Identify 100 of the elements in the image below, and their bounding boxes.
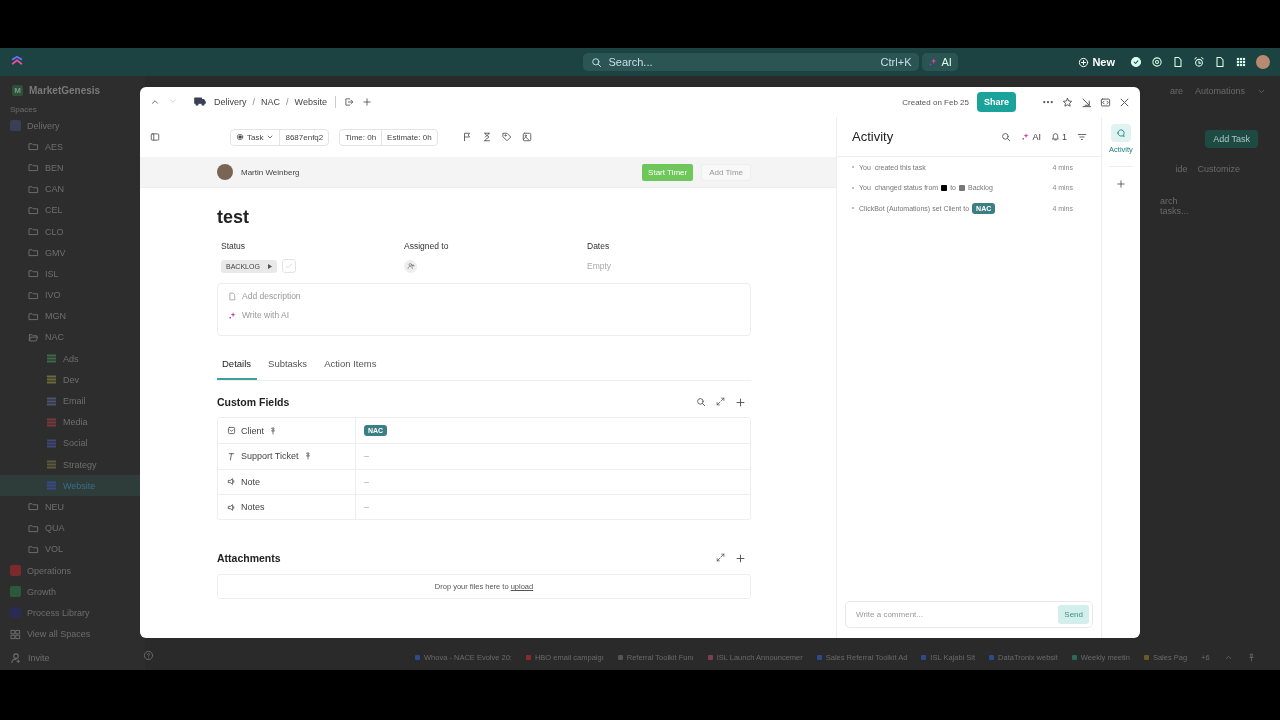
notification-button[interactable]: 1 [1051,131,1067,142]
apps-grid-icon[interactable] [1235,56,1247,68]
hide-label[interactable]: ide [1175,164,1188,174]
sidebar-item[interactable]: Ads [0,348,145,370]
start-timer-button[interactable]: Start Timer [642,163,694,181]
expand-icon[interactable] [716,552,725,562]
document-icon[interactable] [1214,56,1226,68]
expand-icon[interactable] [716,396,725,406]
folder-icon [28,522,39,534]
note-icon [227,477,236,487]
time-estimate[interactable]: Estimate: 0h [381,129,437,145]
export-icon[interactable] [343,97,354,107]
plus-icon[interactable] [735,552,746,564]
write-with-ai-button[interactable]: Write with AI [228,310,740,320]
sidebar-item[interactable]: IVO [0,284,145,306]
task-title[interactable]: test [217,207,751,228]
plus-icon[interactable] [361,97,372,107]
tab[interactable]: Subtasks [263,358,314,380]
hourglass-icon[interactable] [481,132,492,142]
field-value-cell[interactable]: – [355,494,750,520]
sidebar-item[interactable]: AES [0,136,145,158]
check-icon [284,262,293,270]
field-name: Notes [241,502,265,513]
dates-field[interactable]: Empty [587,261,612,271]
tab[interactable]: Details [217,358,258,380]
ai-button[interactable]: AI [1021,131,1041,142]
sidebar-item[interactable]: Dev [0,369,145,391]
plus-circle-icon [1078,56,1090,68]
close-icon[interactable] [1119,96,1130,108]
breadcrumb-link[interactable]: NAC [261,97,281,107]
time-tracked[interactable]: Time: 0h [340,129,382,145]
folder-icon [28,141,39,153]
sidebar-item[interactable]: CAN [0,178,145,200]
sidebar-item[interactable]: GMV [0,242,145,264]
caret-icon [267,263,272,269]
target-icon[interactable] [1151,56,1163,68]
folder-icon [28,543,39,555]
folder-icon [28,162,39,174]
section-title: Attachments [217,552,281,565]
field-value-cell[interactable]: – [355,469,750,494]
search-icon[interactable] [696,396,706,407]
sidebar-toggle-icon[interactable] [150,132,160,142]
sparkle-icon [228,310,237,320]
tag-icon[interactable] [501,132,512,142]
flag-icon[interactable] [461,132,472,142]
document-icon[interactable] [1172,56,1184,68]
comment-field[interactable]: Write a comment... Send [845,601,1093,628]
filter-icon[interactable] [1077,131,1087,142]
plus-icon[interactable] [1116,179,1126,189]
radio-icon [236,133,244,141]
sidebar-item[interactable]: Growth [0,581,145,603]
plus-icon[interactable] [735,396,746,408]
complete-checkbox[interactable] [281,259,296,273]
task-id[interactable]: 8687enfq2 [279,129,329,145]
add-task-button[interactable]: Add Task [1205,130,1258,148]
invite-button[interactable]: Invite [0,646,145,670]
document-icon [228,291,237,301]
folder-icon [28,183,39,195]
sidebar-item[interactable]: Delivery [0,115,145,137]
workspace-name[interactable]: MarketGenesis [29,84,101,96]
tab[interactable]: Action Items [319,358,383,380]
empty-value: – [364,502,369,513]
panel-icon[interactable] [1100,96,1111,108]
sidebar-item[interactable]: NAC [0,326,145,349]
sidebar-item[interactable]: VOL [0,538,145,560]
assignee-button[interactable] [404,259,417,273]
breadcrumb-link[interactable]: Delivery [214,97,247,107]
field-label: Status [221,241,247,251]
chevron-icon [266,133,275,141]
pin-icon [1246,652,1256,662]
created-date: Created on Feb 25 [902,97,969,107]
folder-icon [28,204,39,216]
ai-button[interactable]: AI [922,53,958,71]
description-field[interactable]: Add description [228,291,740,301]
new-button[interactable]: New [1072,55,1121,69]
chevron-up-icon[interactable] [150,97,160,107]
breadcrumb-link[interactable]: Website [294,97,327,107]
sidebar-item[interactable]: Email [0,390,145,412]
star-icon[interactable] [1062,96,1073,108]
check-circle-icon[interactable] [1130,56,1142,68]
arrow-down-icon[interactable] [1081,96,1092,108]
help-icon[interactable] [143,650,154,661]
field-label: Dates [587,241,611,251]
avatar[interactable] [1256,55,1270,69]
customize-button[interactable]: Customize [1197,164,1240,174]
folder-icon [28,226,39,238]
sidebar-item[interactable]: Media [0,411,145,433]
field-value-cell[interactable]: – [355,444,750,469]
task-type-button[interactable]: Task [231,129,280,145]
send-button[interactable]: Send [1058,605,1089,624]
share-button[interactable]: Share [977,92,1016,112]
search-icon[interactable] [1001,131,1012,142]
sidebar-item[interactable]: BEN [0,157,145,179]
alarm-icon[interactable] [1193,56,1205,68]
search-field[interactable]: Search... Ctrl+K [583,53,920,71]
sidebar-item[interactable]: Process Library [0,602,145,624]
sidebar-item[interactable]: MGN [0,305,145,327]
sidebar-item[interactable]: NEU [0,496,145,518]
add-time-button[interactable]: Add Time [701,163,751,181]
image-icon[interactable] [521,132,532,142]
